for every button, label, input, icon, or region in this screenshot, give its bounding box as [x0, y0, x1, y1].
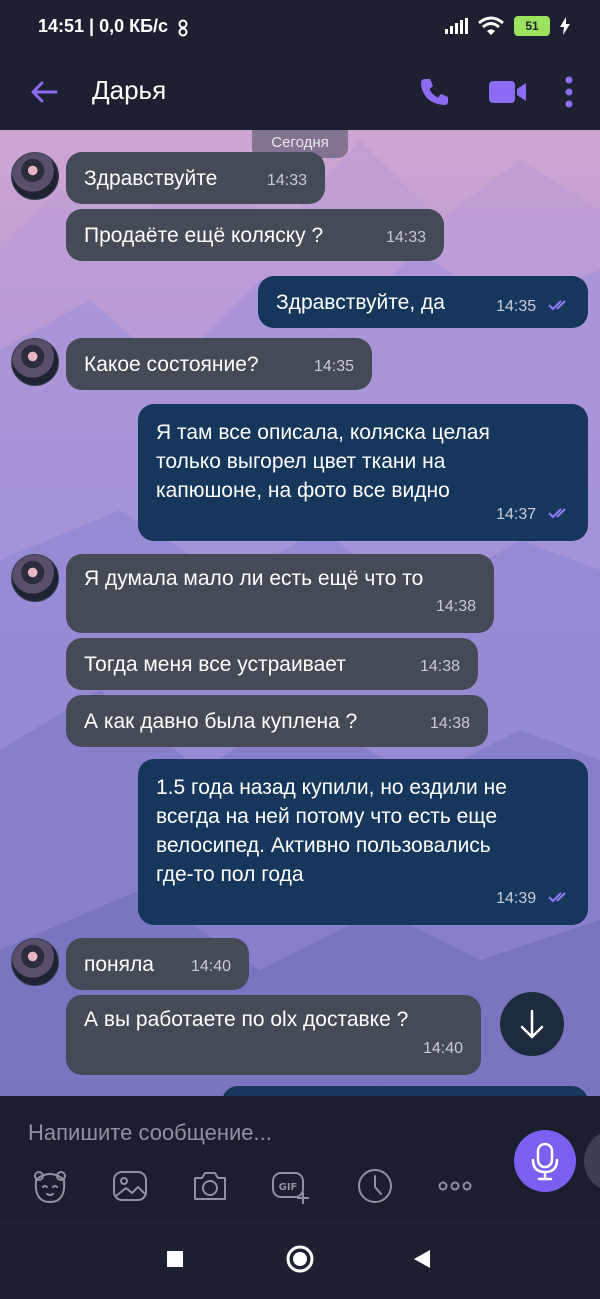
avatar[interactable]: [11, 338, 59, 386]
read-ticks-icon: [548, 892, 566, 903]
message-bubble-incoming[interactable]: Какое состояние? 14:35: [66, 338, 372, 390]
avatar[interactable]: [11, 938, 59, 986]
message-time: 14:40: [190, 958, 231, 975]
battery-level: 51: [525, 19, 539, 33]
message-text: Я там все описала, коляска целая только …: [156, 421, 490, 502]
message-bubble-incoming[interactable]: поняла 14:40: [66, 938, 249, 990]
message-text: поняла: [84, 953, 154, 976]
recents-square-icon[interactable]: [158, 1242, 192, 1276]
message-bubble-outgoing[interactable]: Я там все описала, коляска целая только …: [138, 404, 588, 541]
system-nav-bar: [0, 1220, 600, 1299]
svg-text:GIF: GIF: [279, 1182, 298, 1193]
stop-sign-icon: [178, 19, 188, 37]
message-composer: GIF: [0, 1096, 600, 1220]
charging-icon: [560, 17, 570, 35]
sticker-icon[interactable]: [30, 1166, 70, 1206]
voice-record-button[interactable]: [514, 1130, 576, 1192]
message-text: Я думала мало ли есть ещё что то: [84, 567, 424, 590]
message-bubble-incoming[interactable]: Я думала мало ли есть ещё что то 14:38: [66, 554, 494, 633]
signal-icon: [445, 18, 468, 34]
message-bubble-incoming[interactable]: А вы работаете по olx доставке ? 14:40: [66, 995, 481, 1075]
message-bubble-outgoing[interactable]: Здравствуйте, да 14:35: [258, 276, 588, 328]
read-ticks-icon: [548, 508, 566, 519]
status-time: 14:51 | 0,0 КБ/с: [38, 16, 169, 36]
more-horiz-icon[interactable]: [435, 1166, 475, 1206]
camera-icon[interactable]: [190, 1166, 230, 1206]
message-time: 14:39: [496, 890, 537, 907]
message-text: Продаёте ещё коляску ?: [84, 224, 324, 247]
message-time: 14:35: [496, 298, 537, 315]
phone-icon[interactable]: [412, 70, 456, 114]
avatar[interactable]: [11, 152, 59, 200]
message-text: Здравствуйте, да: [276, 291, 445, 314]
status-bar: 14:51 | 0,0 КБ/с 51: [0, 0, 600, 56]
message-text: А как давно была куплена ?: [84, 710, 358, 733]
home-circle-icon[interactable]: [283, 1242, 317, 1276]
chat-header: Дарья: [0, 56, 600, 130]
more-vert-icon[interactable]: [547, 70, 591, 114]
message-time: 14:38: [429, 715, 470, 732]
video-icon[interactable]: [486, 70, 530, 114]
message-time: 14:35: [313, 358, 354, 375]
message-time: 14:38: [435, 598, 476, 615]
message-text: А вы работаете по olx доставке ?: [84, 1008, 409, 1031]
message-time: 14:37: [496, 506, 537, 523]
message-text: Какое состояние?: [84, 353, 259, 376]
scroll-to-bottom-button[interactable]: [500, 992, 564, 1056]
microphone-icon: [531, 1142, 559, 1181]
message-text: Здравствуйте: [84, 167, 218, 190]
message-bubble-incoming[interactable]: А как давно была куплена ? 14:38: [66, 695, 488, 747]
contact-name[interactable]: Дарья: [92, 75, 166, 106]
avatar[interactable]: [11, 554, 59, 602]
secondary-action-button[interactable]: [584, 1130, 600, 1192]
back-triangle-icon[interactable]: [405, 1242, 439, 1276]
gallery-icon[interactable]: [110, 1166, 150, 1206]
message-input[interactable]: [28, 1116, 488, 1150]
read-ticks-icon: [548, 300, 566, 311]
message-bubble-incoming[interactable]: Тогда меня все устраивает 14:38: [66, 638, 478, 690]
message-time: 14:33: [385, 229, 426, 246]
message-bubble-outgoing-partial[interactable]: [222, 1086, 588, 1096]
timer-icon[interactable]: [355, 1166, 395, 1206]
back-arrow-icon[interactable]: [24, 72, 64, 112]
message-bubble-incoming[interactable]: Здравствуйте 14:33: [66, 152, 325, 204]
message-text: 1.5 года назад купили, но ездили не всег…: [156, 776, 507, 886]
battery-icon: 51: [514, 16, 550, 36]
message-list[interactable]: Сегодня Здравствуйте 14:33 Продаёте ещё …: [0, 130, 600, 1096]
message-time: 14:38: [419, 658, 460, 675]
arrow-down-icon: [520, 1009, 544, 1039]
message-text: Тогда меня все устраивает: [84, 653, 346, 676]
message-bubble-outgoing[interactable]: 1.5 года назад купили, но ездили не всег…: [138, 759, 588, 925]
message-bubble-incoming[interactable]: Продаёте ещё коляску ? 14:33: [66, 209, 444, 261]
gif-icon[interactable]: GIF: [270, 1166, 310, 1206]
message-time: 14:33: [266, 172, 307, 189]
message-time: 14:40: [422, 1040, 463, 1057]
wifi-icon: [478, 16, 504, 35]
